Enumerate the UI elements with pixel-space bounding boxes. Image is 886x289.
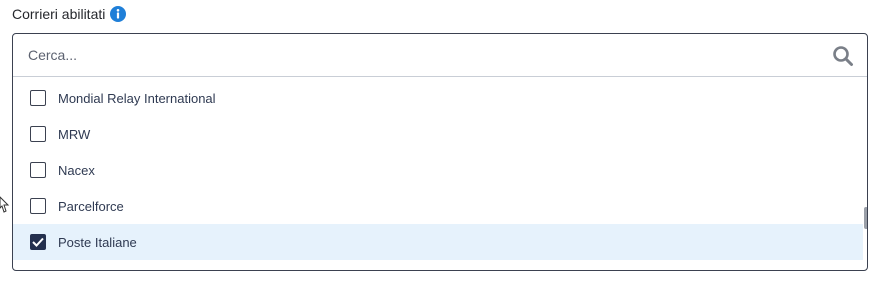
- field-label-row: Corrieri abilitati: [12, 4, 127, 24]
- search-input[interactable]: [13, 34, 828, 76]
- list-item-mondial-relay-international[interactable]: Mondial Relay International: [13, 80, 863, 116]
- scrollbar-thumb[interactable]: [864, 207, 867, 229]
- checkbox-unchecked[interactable]: [30, 126, 46, 142]
- list-item-label: Poste Italiane: [58, 234, 137, 250]
- checkbox-unchecked[interactable]: [30, 198, 46, 214]
- search-row: [13, 34, 867, 77]
- field-label: Corrieri abilitati: [12, 6, 106, 22]
- list-item-parcelforce[interactable]: Parcelforce: [13, 188, 863, 224]
- search-icon[interactable]: [832, 45, 854, 67]
- list-item-nacex[interactable]: Nacex: [13, 152, 863, 188]
- list-item-label: Mondial Relay International: [58, 90, 216, 106]
- info-icon[interactable]: [110, 6, 127, 22]
- list-item-label: Nacex: [58, 162, 95, 178]
- list-item-mrw[interactable]: MRW: [13, 116, 863, 152]
- list-item-label: Parcelforce: [58, 198, 124, 214]
- carrier-list[interactable]: Mondial Relay International MRW Nacex Pa…: [13, 78, 863, 271]
- list-item-partial[interactable]: [13, 260, 863, 271]
- list-item-poste-italiane[interactable]: Poste Italiane: [13, 224, 863, 260]
- mouse-cursor-icon: [0, 196, 10, 213]
- list-item-label: MRW: [58, 126, 91, 142]
- checkbox-unchecked[interactable]: [30, 162, 46, 178]
- checkbox-unchecked[interactable]: [30, 90, 46, 106]
- checkbox-checked[interactable]: [30, 234, 46, 250]
- carrier-multiselect-dropdown: Mondial Relay International MRW Nacex Pa…: [12, 33, 868, 271]
- checkbox-unchecked[interactable]: [30, 270, 46, 271]
- checkmark-icon: [32, 237, 44, 247]
